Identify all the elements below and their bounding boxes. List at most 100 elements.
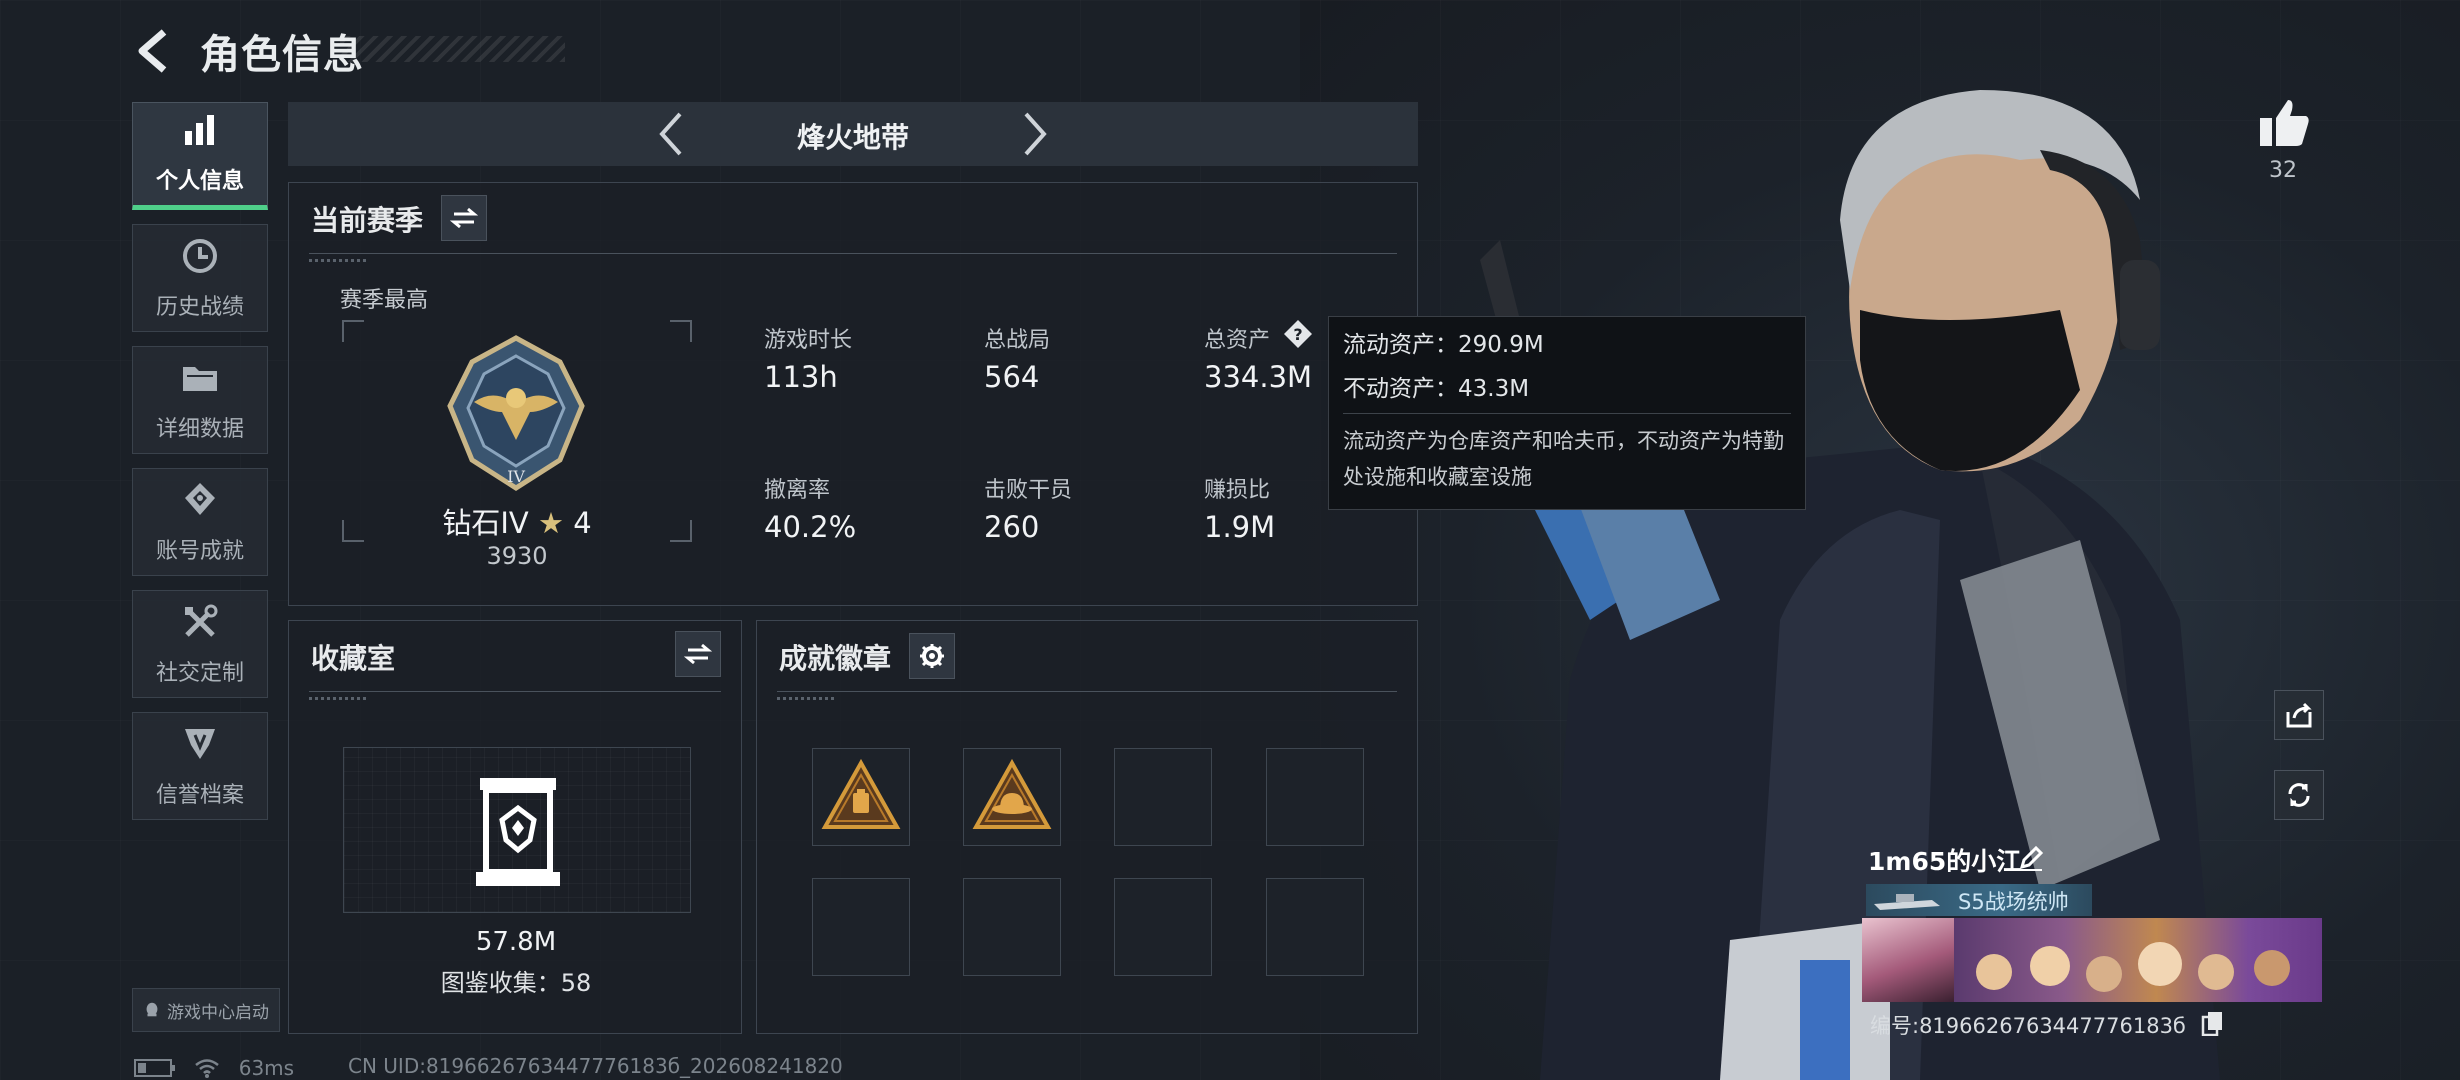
- collection-count: 图鉴收集：58: [440, 969, 592, 997]
- stat-label: 击败干员: [984, 478, 1073, 503]
- player-id: 编号:8196626763447776183б: [1870, 1014, 2186, 1038]
- sidebar-item-label: 账号成就: [155, 539, 244, 564]
- divider: [309, 691, 721, 692]
- rank-score: 3930: [486, 542, 548, 570]
- collection-title: 收藏室: [311, 642, 396, 675]
- achievement-icon: [185, 483, 215, 515]
- mode-selector: 烽火地带: [288, 102, 1418, 166]
- profile-banner[interactable]: [1862, 918, 2322, 1002]
- sidebar-item-details[interactable]: 详细数据: [132, 346, 268, 454]
- divider-tick: [309, 259, 369, 262]
- swap-icon: [450, 207, 478, 229]
- game-center-launch-button[interactable]: 游戏中心启动: [132, 988, 280, 1032]
- uid-text: CN UID:8196626763447776183б_202608241820: [348, 1054, 843, 1078]
- badge-backpack-icon: [821, 758, 901, 829]
- sidebar-item-achievements[interactable]: 账号成就: [132, 468, 268, 576]
- stat-value: 113h: [764, 360, 838, 394]
- chevron-right-icon[interactable]: [1010, 110, 1058, 158]
- sidebar-item-label: 个人信息: [155, 169, 244, 194]
- svg-text:?: ?: [1293, 325, 1302, 344]
- badges-title: 成就徽章: [779, 642, 892, 675]
- shield-icon: [185, 729, 215, 759]
- page-title: 角色信息: [200, 32, 364, 78]
- sidebar-item-label: 信誉档案: [155, 783, 244, 808]
- vault-icon: [476, 778, 560, 886]
- bar-chart-icon: [185, 115, 214, 145]
- frame-corner: [670, 320, 692, 342]
- stat-label: 撤离率: [764, 478, 831, 503]
- clock-icon: [183, 239, 217, 273]
- collection-switch-button[interactable]: [675, 631, 721, 677]
- folder-icon: [183, 367, 217, 391]
- collection-value: 57.8M: [475, 927, 557, 957]
- player-name: 1m65的小江: [1868, 847, 2022, 876]
- divider-tick: [309, 697, 369, 700]
- badge-hat-icon: [972, 758, 1052, 829]
- share-button[interactable]: [2274, 690, 2324, 740]
- badge-slot-empty[interactable]: [1114, 748, 1212, 846]
- sidebar-item-label: 详细数据: [155, 417, 244, 442]
- edit-icon[interactable]: [2016, 843, 2046, 873]
- help-icon[interactable]: ?: [1282, 318, 1314, 350]
- badge-settings-button[interactable]: [909, 633, 955, 679]
- divider-tick: [777, 697, 837, 700]
- title-badge-text: S5战场统帅: [1958, 890, 2069, 914]
- badge-slot[interactable]: [963, 748, 1061, 846]
- tooltip-description: 流动资产为仓库资产和哈夫币，不动资产为特勤处设施和收藏室设施: [1343, 429, 1784, 489]
- avatar: [1862, 918, 1954, 1002]
- stat-value: 564: [984, 360, 1040, 394]
- divider: [309, 253, 1397, 254]
- back-arrow-icon[interactable]: [130, 26, 180, 76]
- mode-title: 烽火地带: [796, 121, 909, 154]
- sidebar-item-label: 社交定制: [155, 661, 244, 686]
- tooltip-divider: [1343, 413, 1791, 414]
- badge-slot-empty[interactable]: [1114, 878, 1212, 976]
- divider: [777, 691, 1397, 692]
- stat-value: 40.2%: [764, 510, 857, 544]
- season-best-label: 赛季最高: [340, 288, 429, 313]
- badge-slot-empty[interactable]: [1266, 748, 1364, 846]
- ping-value: 63ms: [238, 1055, 295, 1080]
- sidebar-item-history[interactable]: 历史战绩: [132, 224, 268, 332]
- badge-slot[interactable]: [812, 748, 910, 846]
- launch-label: 游戏中心启动: [167, 1002, 269, 1023]
- season-switch-button[interactable]: [441, 195, 487, 241]
- refresh-icon: [2288, 783, 2310, 807]
- badge-slot-empty[interactable]: [1266, 878, 1364, 976]
- stat-label: 赚损比: [1204, 478, 1271, 503]
- rank-stars: 4: [573, 506, 592, 540]
- qq-icon: [146, 1002, 158, 1017]
- thumbs-up-icon[interactable]: [2256, 96, 2312, 152]
- svg-text:IV: IV: [507, 467, 525, 486]
- battery-icon: [134, 1058, 175, 1077]
- status-bar: 63ms: [134, 1054, 294, 1080]
- like-count: 32: [2269, 158, 2297, 183]
- collection-room-preview[interactable]: [343, 747, 691, 913]
- season-title: 当前赛季: [311, 204, 424, 237]
- refresh-button[interactable]: [2274, 770, 2324, 820]
- share-icon: [2286, 702, 2312, 728]
- asset-tooltip: 流动资产：290.9M 不动资产：43.3M 流动资产为仓库资产和哈夫币，不动资…: [1328, 316, 1806, 510]
- badge-slot-empty[interactable]: [963, 878, 1061, 976]
- copy-icon[interactable]: [2200, 1010, 2226, 1036]
- sidebar-item-label: 历史战绩: [155, 295, 244, 320]
- stat-value: 1.9M: [1204, 510, 1276, 544]
- title-badge: S5战场统帅: [1866, 884, 2092, 916]
- sidebar-item-social[interactable]: 社交定制: [132, 590, 268, 698]
- gear-icon: [920, 644, 944, 668]
- stat-label: 总战局: [984, 328, 1051, 353]
- tools-icon: [185, 604, 218, 637]
- collection-panel: 收藏室 57.8M 图鉴收集：58: [288, 620, 742, 1034]
- stat-value: 334.3M: [1204, 360, 1313, 394]
- tooltip-fixed-assets: 不动资产：43.3M: [1343, 376, 1530, 402]
- title-decoration: [340, 36, 565, 62]
- ship-icon: [1874, 894, 1940, 910]
- rank-emblem-icon: IV: [447, 335, 585, 491]
- banner-characters: [1976, 942, 2290, 992]
- badge-slot-empty[interactable]: [812, 878, 910, 976]
- rank-name-row: 钻石IV ★ 4: [342, 500, 692, 542]
- swap-icon: [684, 643, 712, 665]
- sidebar-item-credit[interactable]: 信誉档案: [132, 712, 268, 820]
- frame-corner: [342, 320, 364, 342]
- sidebar-item-profile[interactable]: 个人信息: [132, 102, 268, 210]
